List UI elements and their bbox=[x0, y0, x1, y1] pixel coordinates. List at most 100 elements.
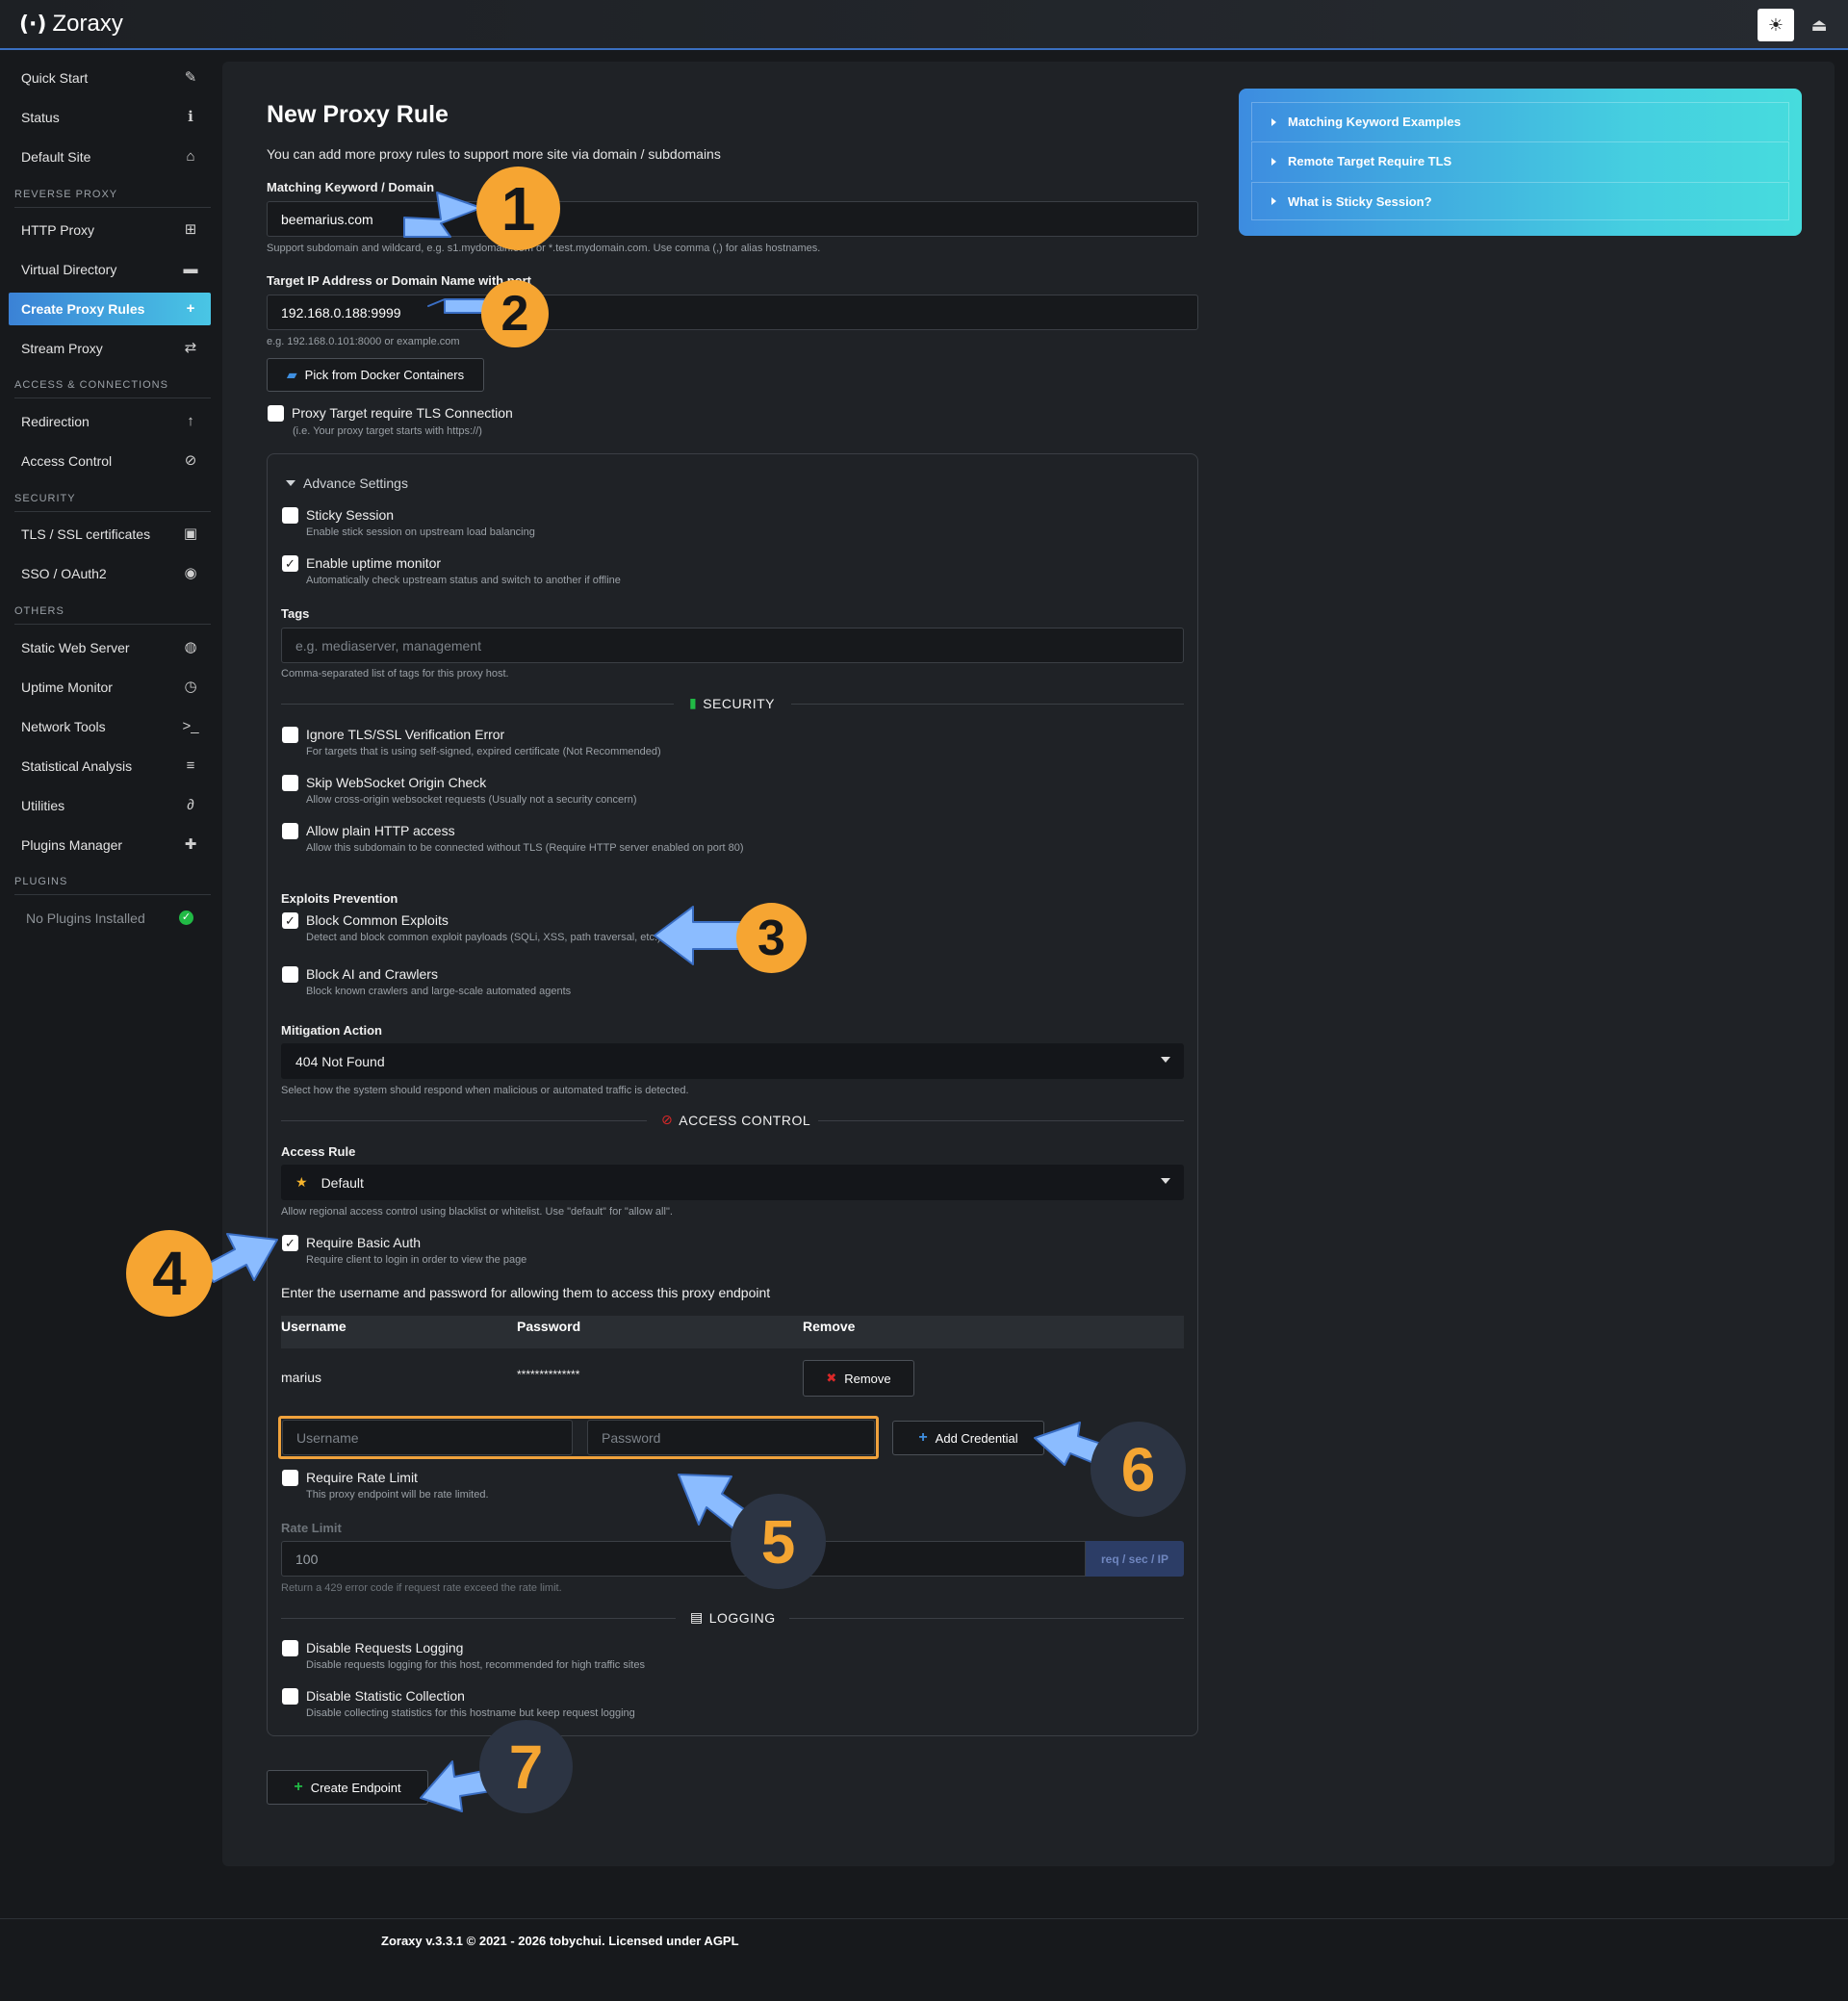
sidebar-item-tls[interactable]: TLS / SSL certificates ▣ bbox=[9, 518, 211, 551]
domain-input[interactable]: beemarius.com bbox=[267, 201, 1198, 237]
plain-http-label: Allow plain HTTP access bbox=[306, 823, 455, 838]
sidebar-item-sso[interactable]: SSO / OAuth2 ◉ bbox=[9, 557, 211, 590]
logging-divider-left bbox=[281, 1618, 676, 1619]
sidebar-item-label: Uptime Monitor bbox=[21, 680, 113, 695]
access-section-title: ⊘ ACCESS CONTROL bbox=[661, 1112, 810, 1128]
uptime-monitor-label: Enable uptime monitor bbox=[306, 555, 442, 571]
tls-label: Proxy Target require TLS Connection bbox=[292, 405, 513, 421]
target-hint: e.g. 192.168.0.101:8000 or example.com bbox=[267, 336, 460, 347]
sidebar-item-quick-start[interactable]: Quick Start ✎ bbox=[9, 62, 211, 94]
rate-limit-checkbox[interactable] bbox=[282, 1470, 298, 1486]
annotation-badge-6: 6 bbox=[1091, 1422, 1186, 1517]
access-divider-left bbox=[281, 1120, 647, 1121]
faq-sticky-session[interactable]: What is Sticky Session? bbox=[1251, 182, 1789, 220]
sidebar-item-label: HTTP Proxy bbox=[21, 222, 94, 238]
faq-remote-tls[interactable]: Remote Target Require TLS bbox=[1251, 141, 1789, 180]
plain-http-checkbox[interactable] bbox=[282, 823, 298, 839]
sidebar-item-label: Plugins Manager bbox=[21, 837, 123, 853]
database-icon: ≡ bbox=[186, 757, 195, 774]
sidebar-item-utilities[interactable]: Utilities ∂ bbox=[9, 789, 211, 822]
basic-auth-hint: Require client to login in order to view… bbox=[306, 1254, 527, 1266]
brand[interactable]: (·) Zoraxy bbox=[19, 10, 123, 38]
tags-label: Tags bbox=[281, 606, 310, 621]
credential-password: ************** bbox=[517, 1368, 580, 1381]
sidebar-item-redirection[interactable]: Redirection ↑ bbox=[9, 405, 211, 438]
access-rule-select[interactable]: ★ Default bbox=[281, 1165, 1184, 1200]
sidebar-item-access-control[interactable]: Access Control ⊘ bbox=[9, 445, 211, 477]
mitigation-value: 404 Not Found bbox=[295, 1053, 385, 1069]
sidebar-section-plugins: PLUGINS bbox=[14, 876, 211, 895]
column-remove: Remove bbox=[803, 1319, 856, 1334]
tags-input[interactable]: e.g. mediaserver, management bbox=[281, 628, 1184, 663]
footer-text: Zoraxy v.3.3.1 © 2021 - 2026 tobychui. L… bbox=[381, 1934, 739, 1948]
advanced-settings-label: Advance Settings bbox=[303, 475, 408, 491]
block-exploits-checkbox[interactable]: ✓ bbox=[282, 912, 298, 929]
close-icon: ✖ bbox=[826, 1371, 837, 1385]
annotation-badge-3: 3 bbox=[736, 903, 807, 973]
docker-picker-button[interactable]: ▰ Pick from Docker Containers bbox=[267, 358, 484, 392]
sidebar-item-virtual-directory[interactable]: Virtual Directory ▬ bbox=[9, 253, 211, 286]
skip-websocket-checkbox[interactable] bbox=[282, 775, 298, 791]
add-credential-button[interactable]: + Add Credential bbox=[892, 1421, 1044, 1455]
remove-credential-button[interactable]: ✖ Remove bbox=[803, 1360, 914, 1397]
ban-icon: ⊘ bbox=[661, 1112, 674, 1127]
tls-hint: (i.e. Your proxy target starts with http… bbox=[293, 425, 482, 437]
sidebar-item-statistical-analysis[interactable]: Statistical Analysis ≡ bbox=[9, 750, 211, 782]
disable-stats-hint: Disable collecting statistics for this h… bbox=[306, 1707, 635, 1719]
sidebar-item-label: Redirection bbox=[21, 414, 90, 429]
puzzle-icon: ✚ bbox=[184, 836, 197, 853]
theme-toggle-button[interactable]: ☀ bbox=[1758, 9, 1794, 41]
advanced-settings-toggle[interactable]: Advance Settings bbox=[286, 475, 408, 491]
sidebar-item-http-proxy[interactable]: HTTP Proxy ⊞ bbox=[9, 214, 211, 246]
ignore-tls-hint: For targets that is using self-signed, e… bbox=[306, 746, 661, 757]
sidebar-section-access: ACCESS & CONNECTIONS bbox=[14, 379, 211, 398]
star-icon: ★ bbox=[295, 1174, 308, 1190]
security-divider-right bbox=[791, 704, 1184, 705]
uptime-monitor-checkbox[interactable]: ✓ bbox=[282, 555, 298, 572]
sidebar-item-static-web-server[interactable]: Static Web Server ◍ bbox=[9, 631, 211, 664]
tls-checkbox[interactable] bbox=[268, 405, 284, 422]
access-rule-value: Default bbox=[321, 1174, 364, 1191]
clock-icon: ◷ bbox=[184, 679, 197, 695]
create-endpoint-button[interactable]: + Create Endpoint bbox=[267, 1770, 428, 1805]
sidebar-item-label: Status bbox=[21, 110, 60, 125]
sticky-session-checkbox[interactable] bbox=[282, 507, 298, 524]
globe-icon: ◍ bbox=[184, 639, 197, 655]
zoraxy-logo-icon: (·) bbox=[19, 12, 47, 37]
annotation-badge-7: 7 bbox=[479, 1720, 573, 1813]
sidebar-item-default-site[interactable]: Default Site ⌂ bbox=[9, 141, 211, 173]
no-plugins-label: No Plugins Installed bbox=[26, 911, 145, 926]
sidebar-item-plugins-manager[interactable]: Plugins Manager ✚ bbox=[9, 829, 211, 861]
rate-limit-input[interactable]: 100 bbox=[281, 1541, 1086, 1577]
access-rule-hint: Allow regional access control using blac… bbox=[281, 1206, 673, 1218]
home-icon: ⌂ bbox=[186, 148, 195, 165]
sidebar-item-network-tools[interactable]: Network Tools >_ bbox=[9, 710, 211, 743]
sidebar-item-stream-proxy[interactable]: Stream Proxy ⇄ bbox=[9, 332, 211, 365]
annotation-badge-1: 1 bbox=[476, 167, 560, 250]
logging-section-title: ▤ LOGGING bbox=[690, 1609, 776, 1626]
block-ai-label: Block AI and Crawlers bbox=[306, 966, 438, 982]
disable-logging-checkbox[interactable] bbox=[282, 1640, 298, 1656]
sidebar-item-create-proxy-rules[interactable]: Create Proxy Rules + bbox=[9, 293, 211, 325]
password-input[interactable]: Password bbox=[587, 1420, 875, 1455]
caret-down-icon bbox=[286, 480, 295, 486]
username-input[interactable]: Username bbox=[282, 1420, 573, 1455]
plus-square-icon: + bbox=[186, 300, 195, 317]
lock-icon: ▣ bbox=[183, 526, 198, 542]
faq-label: Remote Target Require TLS bbox=[1288, 154, 1452, 168]
sidebar-item-uptime-monitor[interactable]: Uptime Monitor ◷ bbox=[9, 671, 211, 704]
info-icon: ℹ bbox=[188, 109, 193, 125]
disable-stats-checkbox[interactable] bbox=[282, 1688, 298, 1705]
basic-auth-checkbox[interactable]: ✓ bbox=[282, 1235, 298, 1251]
sidebar-item-label: Stream Proxy bbox=[21, 341, 103, 356]
sidebar-section-reverse-proxy: REVERSE PROXY bbox=[14, 189, 211, 208]
target-input[interactable]: 192.168.0.188:9999 bbox=[267, 295, 1198, 330]
faq-matching-keyword[interactable]: Matching Keyword Examples bbox=[1251, 102, 1789, 141]
block-ai-checkbox[interactable] bbox=[282, 966, 298, 983]
ignore-tls-checkbox[interactable] bbox=[282, 727, 298, 743]
mitigation-select[interactable]: 404 Not Found bbox=[281, 1043, 1184, 1079]
mitigation-label: Mitigation Action bbox=[281, 1023, 382, 1038]
folder-icon: ▬ bbox=[183, 261, 198, 277]
logout-button[interactable]: ⏏ bbox=[1802, 9, 1836, 41]
sidebar-item-status[interactable]: Status ℹ bbox=[9, 101, 211, 134]
